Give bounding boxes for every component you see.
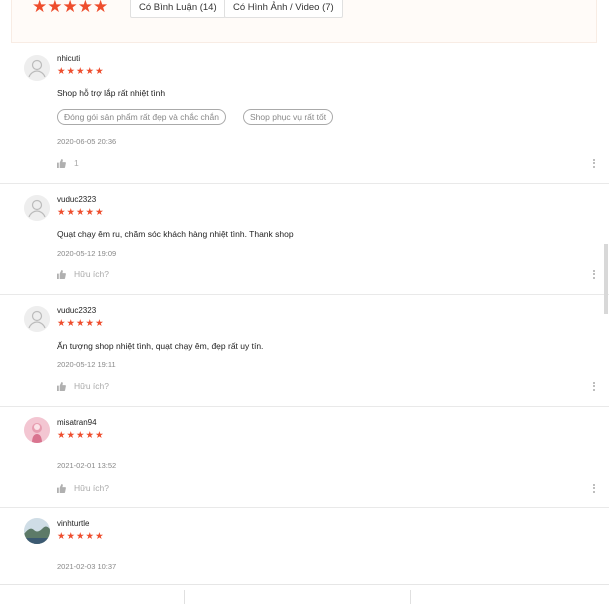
review-comment: Shop hỗ trợ lắp rất nhiệt tình — [57, 88, 166, 98]
user-silhouette-icon — [24, 306, 50, 332]
more-vertical-icon[interactable] — [593, 157, 597, 169]
review-username[interactable]: vuduc2323 — [57, 195, 96, 204]
more-vertical-icon[interactable] — [593, 268, 597, 280]
thumbs-up-icon — [57, 483, 66, 493]
review-item: misatran94 ★★★★★ 2021-02-01 13:52 Hữu íc… — [0, 407, 609, 508]
helpful-label: Hữu ích? — [74, 381, 109, 391]
review-date: 2020-05-12 19:09 — [57, 249, 117, 258]
filter-with-media-button[interactable]: Có Hình Ảnh / Video (7) — [224, 0, 343, 18]
filter-with-comment-button[interactable]: Có Bình Luận (14) — [130, 0, 226, 18]
user-photo-avatar — [24, 417, 50, 443]
thumbs-up-icon — [57, 381, 66, 391]
more-vertical-icon[interactable] — [593, 380, 597, 392]
review-item: nhicuti ★★★★★ Shop hỗ trợ lắp rất nhiệt … — [0, 43, 609, 184]
review-stars: ★★★★★ — [57, 531, 105, 542]
user-silhouette-icon — [24, 55, 50, 81]
thumbs-up-icon — [57, 158, 66, 168]
helpful-label: Hữu ích? — [74, 269, 109, 279]
review-date: 2021-02-03 10:37 — [57, 562, 117, 571]
avatar[interactable] — [24, 417, 50, 443]
helpful-label: Hữu ích? — [74, 483, 109, 493]
scrollbar-thumb[interactable] — [604, 244, 608, 314]
footer-separator — [410, 590, 411, 604]
review-stars: ★★★★★ — [57, 318, 105, 329]
review-date: 2020-05-12 19:11 — [57, 360, 116, 369]
more-vertical-icon[interactable] — [593, 482, 597, 494]
user-photo-avatar — [24, 518, 50, 544]
review-item: vuduc2323 ★★★★★ Ấn tượng shop nhiệt tình… — [0, 295, 609, 407]
like-count: 1 — [74, 158, 79, 168]
review-comment: Quạt chạy êm ru, chăm sóc khách hàng nhi… — [57, 229, 294, 239]
review-username[interactable]: nhicuti — [57, 54, 80, 63]
review-item: vuduc2323 ★★★★★ Quạt chạy êm ru, chăm só… — [0, 184, 609, 295]
review-username[interactable]: misatran94 — [57, 418, 97, 427]
review-date: 2021-02-01 13:52 — [57, 461, 117, 470]
thumbs-up-icon — [57, 269, 66, 279]
helpful-button[interactable]: Hữu ích? — [57, 483, 109, 493]
review-username[interactable]: vuduc2323 — [57, 306, 96, 315]
avatar[interactable] — [24, 55, 50, 81]
review-stars: ★★★★★ — [57, 66, 105, 77]
review-comment: Ấn tượng shop nhiệt tình, quạt chạy êm, … — [57, 341, 264, 351]
bottom-divider — [0, 584, 609, 585]
avatar[interactable] — [24, 306, 50, 332]
rating-summary-panel: ★★★★★ Có Bình Luận (14) Có Hình Ảnh / Vi… — [11, 0, 597, 43]
review-stars: ★★★★★ — [57, 207, 105, 218]
avatar[interactable] — [24, 518, 50, 544]
helpful-button[interactable]: Hữu ích? — [57, 269, 109, 279]
avatar[interactable] — [24, 195, 50, 221]
review-stars: ★★★★★ — [57, 430, 105, 441]
footer-separator — [184, 590, 185, 604]
overall-rating-stars: ★★★★★ — [32, 0, 109, 16]
review-item: vinhturtle ★★★★★ 2021-02-03 10:37 — [0, 508, 609, 584]
review-date: 2020-06-05 20:36 — [57, 137, 117, 146]
helpful-button[interactable]: Hữu ích? — [57, 381, 109, 391]
like-button[interactable]: 1 — [57, 158, 79, 168]
review-tag: Đóng gói sản phẩm rất đẹp và chắc chắn — [57, 109, 226, 125]
user-silhouette-icon — [24, 195, 50, 221]
review-username[interactable]: vinhturtle — [57, 519, 89, 528]
review-tag: Shop phục vụ rất tốt — [243, 109, 334, 125]
